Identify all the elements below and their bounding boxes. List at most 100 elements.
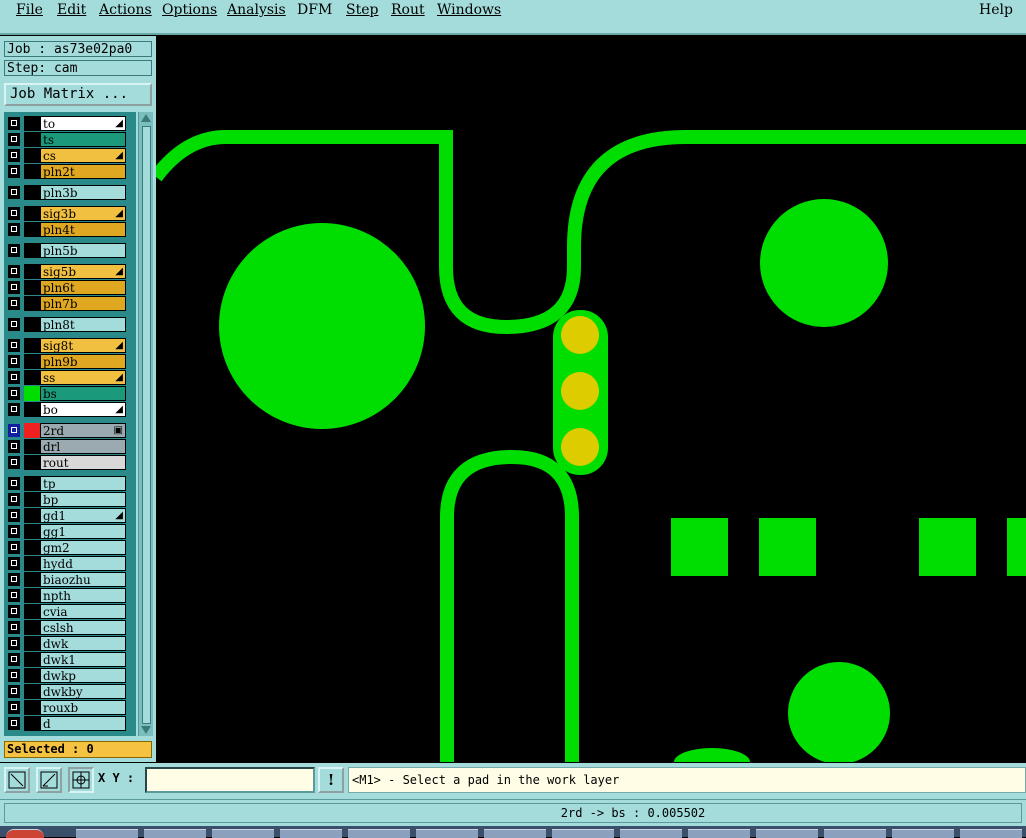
layer-row-pln5b[interactable]: pln5b [6,243,126,258]
measure-tool-button[interactable] [36,767,62,793]
layer-row-2rd[interactable]: 2rd ▣ [6,423,126,438]
layer-checkbox[interactable] [8,589,20,602]
layer-name[interactable]: d [40,716,126,731]
layer-display-swatch[interactable] [24,338,40,353]
scroll-up-arrow-icon[interactable] [141,114,151,122]
layer-name[interactable]: sig3b ◢ [40,206,126,221]
layer-checkbox[interactable] [8,281,20,294]
layer-row-sig8t[interactable]: sig8t ◢ [6,338,126,353]
layer-row-sig5b[interactable]: sig5b ◢ [6,264,126,279]
layer-row-gd1[interactable]: gd1 ◢ [6,508,126,523]
layer-checkbox[interactable] [8,653,20,666]
layer-row-pln7b[interactable]: pln7b [6,296,126,311]
layer-list-scrollbar[interactable] [138,112,153,736]
layer-checkbox[interactable] [8,403,20,416]
layer-checkbox[interactable] [8,509,20,522]
layer-row-sig3b[interactable]: sig3b ◢ [6,206,126,221]
layer-checkbox[interactable] [8,318,20,331]
layer-name[interactable]: bs [40,386,126,401]
layer-name[interactable]: to ◢ [40,116,126,131]
layer-display-swatch[interactable] [24,588,40,603]
layer-name[interactable]: pln9b [40,354,126,369]
layer-name[interactable]: cslsh [40,620,126,635]
layer-checkbox[interactable] [8,573,20,586]
layer-display-swatch[interactable] [24,264,40,279]
layer-display-swatch[interactable] [24,540,40,555]
layer-name[interactable]: gm2 [40,540,126,555]
layer-name[interactable]: dwk [40,636,126,651]
layer-display-swatch[interactable] [24,132,40,147]
layer-row-to[interactable]: to ◢ [6,116,126,131]
menu-actions[interactable]: Actions [99,1,152,19]
layer-row-bp[interactable]: bp [6,492,126,507]
layer-row-pln2t[interactable]: pln2t [6,164,126,179]
layer-checkbox[interactable] [8,717,20,730]
layer-name[interactable]: npth [40,588,126,603]
layer-name[interactable]: sig5b ◢ [40,264,126,279]
layer-name[interactable]: pln3b [40,185,126,200]
layer-row-pln3b[interactable]: pln3b [6,185,126,200]
layer-display-swatch[interactable] [24,386,40,401]
layer-checkbox[interactable] [8,456,20,469]
layer-row-pln9b[interactable]: pln9b [6,354,126,369]
layer-row-bo[interactable]: bo ◢ [6,402,126,417]
layer-checkbox[interactable] [8,117,20,130]
layer-name[interactable]: ts [40,132,126,147]
layer-display-swatch[interactable] [24,280,40,295]
layer-display-swatch[interactable] [24,508,40,523]
layer-display-swatch[interactable] [24,620,40,635]
layer-checkbox[interactable] [8,355,20,368]
exclamation-button[interactable]: ! [318,767,344,793]
layer-checkbox[interactable] [8,244,20,257]
layer-row-rouxb[interactable]: rouxb [6,700,126,715]
layer-display-swatch[interactable] [24,296,40,311]
layer-row-dwk1[interactable]: dwk1 [6,652,126,667]
layer-row-pln4t[interactable]: pln4t [6,222,126,237]
layer-name[interactable]: pln4t [40,222,126,237]
layer-name[interactable]: pln8t [40,317,126,332]
menu-options[interactable]: Options [162,1,217,19]
layer-checkbox[interactable] [8,297,20,310]
layer-checkbox[interactable] [8,207,20,220]
layer-checkbox[interactable] [8,605,20,618]
menu-file[interactable]: File [16,1,43,19]
job-matrix-button[interactable]: Job Matrix ... [4,83,152,106]
layer-checkbox[interactable] [8,223,20,236]
layer-name[interactable]: rouxb [40,700,126,715]
layer-name[interactable]: gd1 ◢ [40,508,126,523]
layer-name[interactable]: cvia [40,604,126,619]
layer-checkbox[interactable] [8,621,20,634]
layer-checkbox[interactable] [8,685,20,698]
layer-row-biaozhu[interactable]: biaozhu [6,572,126,587]
layer-display-swatch[interactable] [24,476,40,491]
layer-checkbox[interactable] [8,477,20,490]
layer-display-swatch[interactable] [24,185,40,200]
snap-tool-button[interactable] [4,767,30,793]
layer-display-swatch[interactable] [24,716,40,731]
layer-checkbox[interactable] [8,371,20,384]
layer-checkbox[interactable] [8,440,20,453]
layer-name[interactable]: dwk1 [40,652,126,667]
layer-checkbox[interactable] [8,165,20,178]
layer-display-swatch[interactable] [24,439,40,454]
menu-help[interactable]: Help [979,1,1013,19]
layer-name[interactable]: pln6t [40,280,126,295]
xy-coordinate-input[interactable] [145,767,315,793]
layer-checkbox[interactable] [8,387,20,400]
layer-row-gg1[interactable]: gg1 [6,524,126,539]
layer-checkbox[interactable] [8,186,20,199]
layer-display-swatch[interactable] [24,317,40,332]
menu-rout[interactable]: Rout [391,1,425,19]
layer-checkbox[interactable] [8,669,20,682]
layer-row-gm2[interactable]: gm2 [6,540,126,555]
layer-display-swatch[interactable] [24,243,40,258]
layer-checkbox[interactable] [8,133,20,146]
layer-row-drl[interactable]: drl [6,439,126,454]
layer-display-swatch[interactable] [24,222,40,237]
layer-row-pln6t[interactable]: pln6t [6,280,126,295]
layer-checkbox[interactable] [8,265,20,278]
menu-windows[interactable]: Windows [437,1,501,19]
layer-display-swatch[interactable] [24,492,40,507]
layer-name[interactable]: dwkby [40,684,126,699]
layer-row-cvia[interactable]: cvia [6,604,126,619]
